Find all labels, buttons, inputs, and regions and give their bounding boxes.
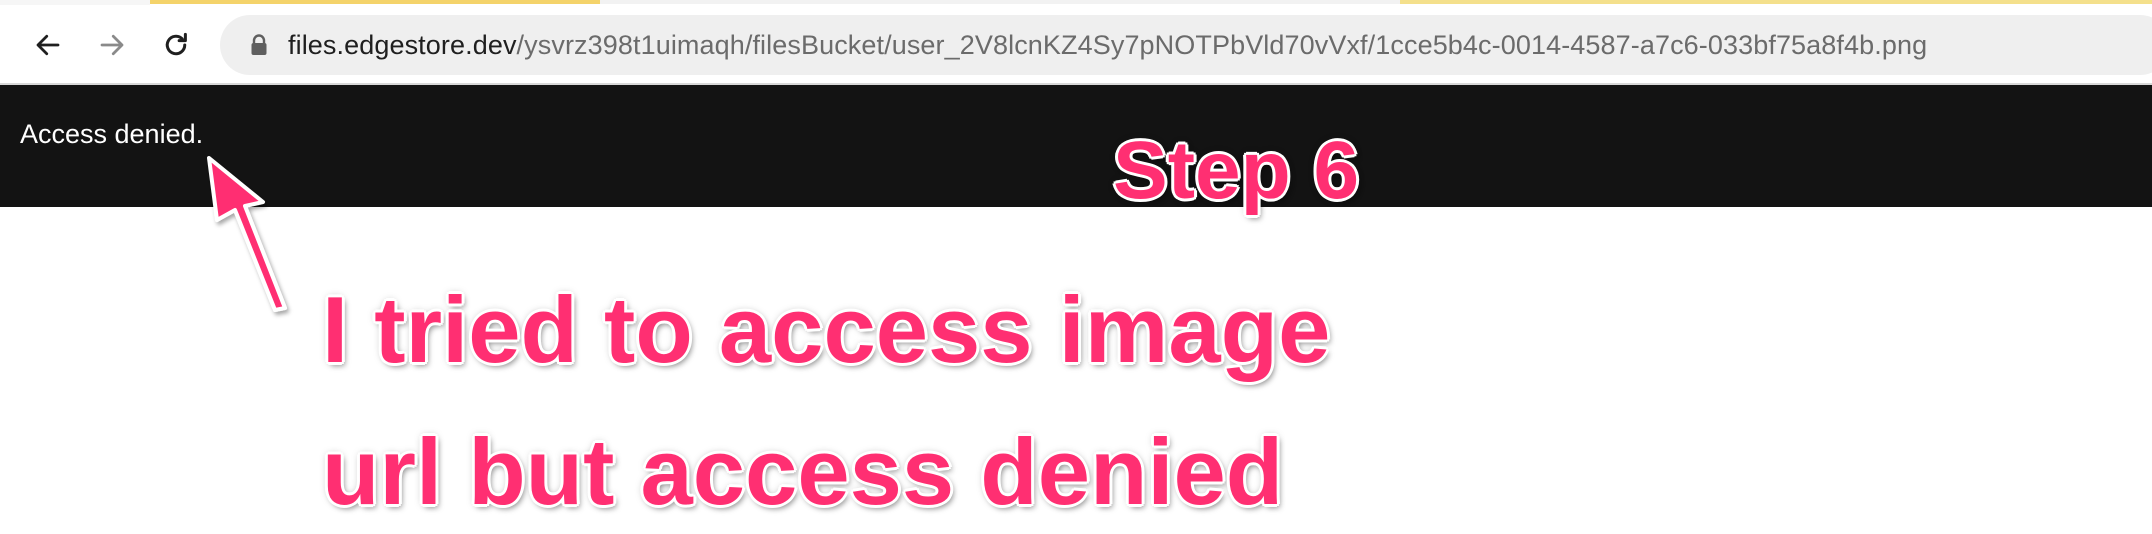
- tab-strip-segment: [600, 0, 1400, 4]
- annotation-arrow-icon: [207, 156, 287, 312]
- url-path: /ysvrz398t1uimaqh/filesBucket/user_2V8lc…: [516, 29, 1928, 60]
- annotation-text-line1: I tried to access image: [322, 277, 1331, 382]
- arrow-right-icon: [100, 34, 124, 56]
- tab-strip-segment: [150, 0, 600, 4]
- page-content: Access denied.: [0, 85, 2152, 207]
- tab-strip-segment: [1400, 0, 2152, 4]
- annotation-text-line2: url but access denied: [322, 419, 1284, 524]
- access-denied-message: Access denied.: [20, 119, 204, 149]
- browser-toolbar: files.edgestore.dev/ysvrz398t1uimaqh/fil…: [0, 5, 2152, 85]
- back-button[interactable]: [24, 21, 72, 69]
- lock-icon[interactable]: [248, 32, 270, 58]
- forward-button[interactable]: [88, 21, 136, 69]
- arrow-left-icon: [36, 34, 60, 56]
- annotation-step-label: Step 6: [1113, 125, 1360, 216]
- reload-button[interactable]: [152, 21, 200, 69]
- reload-icon: [165, 32, 187, 56]
- screenshot-root: files.edgestore.dev/ysvrz398t1uimaqh/fil…: [0, 0, 2152, 534]
- url-host: files.edgestore.dev: [288, 29, 517, 60]
- url-text: files.edgestore.dev/ysvrz398t1uimaqh/fil…: [288, 30, 1927, 61]
- address-bar[interactable]: files.edgestore.dev/ysvrz398t1uimaqh/fil…: [220, 15, 2152, 75]
